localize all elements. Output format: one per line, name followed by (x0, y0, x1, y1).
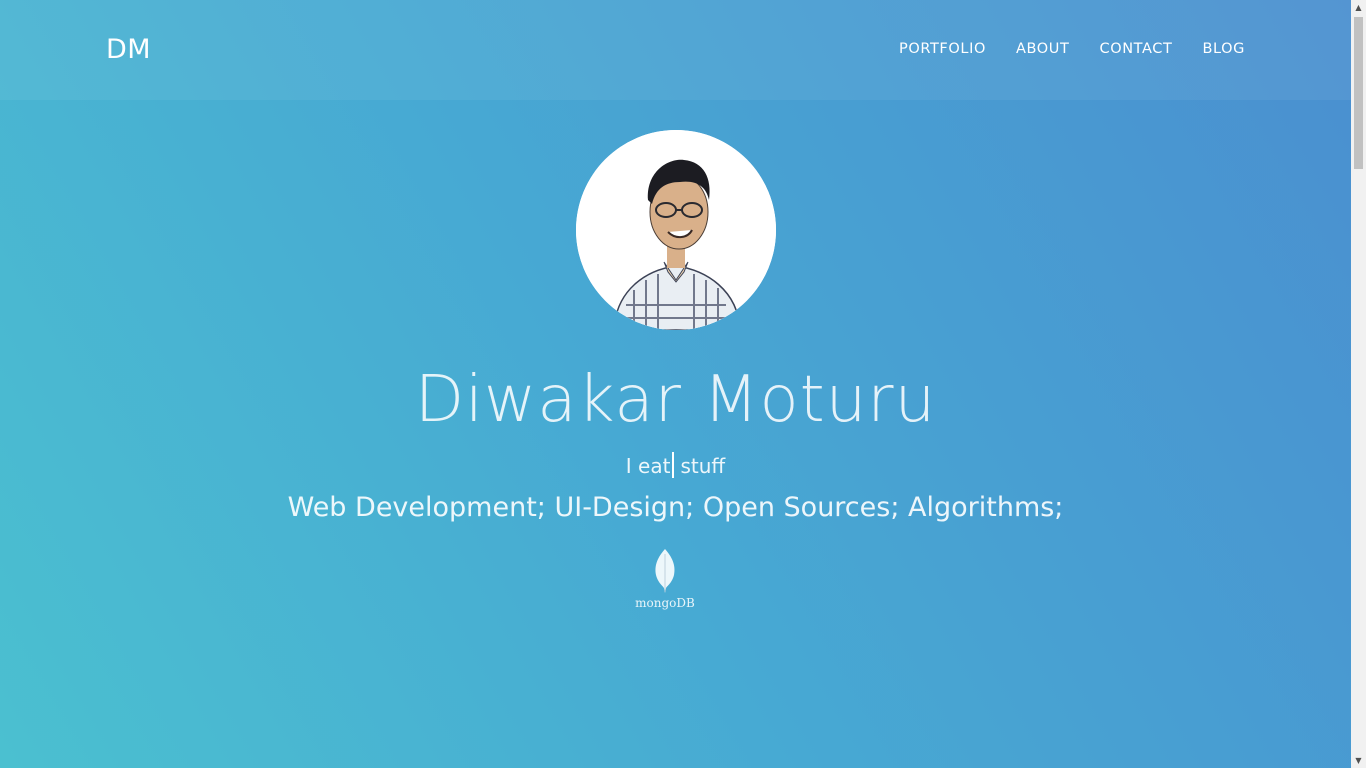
profile-photo (576, 130, 776, 330)
skills-line: Web Development; UI-Design; Open Sources… (287, 492, 1064, 523)
mongodb-leaf-icon (655, 549, 675, 593)
avatar (576, 130, 776, 330)
typing-tagline: I eat stuff (0, 451, 1351, 481)
main-nav: PORTFOLIO ABOUT CONTACT BLOG (899, 38, 1245, 60)
nav-contact[interactable]: CONTACT (1099, 38, 1172, 60)
hero-name: Diwakar Moturu (414, 363, 937, 437)
scroll-thumb[interactable] (1354, 17, 1363, 169)
nav-about[interactable]: ABOUT (1016, 38, 1070, 60)
tagline-prefix: I eat (625, 454, 671, 478)
logo-label: mongoDB (635, 596, 695, 610)
mongodb-logo: mongoDB (628, 548, 702, 610)
scroll-down-icon[interactable]: ▼ (1351, 753, 1366, 768)
tagline-suffix: stuff (680, 454, 726, 478)
header: DM PORTFOLIO ABOUT CONTACT BLOG (0, 0, 1351, 100)
typing-cursor (672, 452, 675, 478)
scroll-up-icon[interactable]: ▲ (1351, 0, 1366, 15)
nav-portfolio[interactable]: PORTFOLIO (899, 38, 986, 60)
brand-logo[interactable]: DM (106, 32, 151, 68)
vertical-scrollbar[interactable]: ▲ ▼ (1351, 0, 1366, 768)
page: DM PORTFOLIO ABOUT CONTACT BLOG Diwakar … (0, 0, 1351, 768)
nav-blog[interactable]: BLOG (1202, 38, 1245, 60)
